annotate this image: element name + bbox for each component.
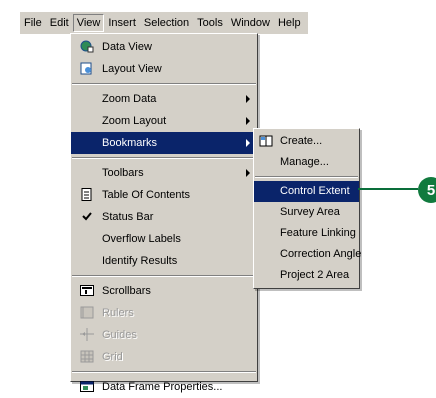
menu-bar: File Edit View Insert Selection Tools Wi… [20,12,308,34]
menu-item-guides: Guides [71,324,257,346]
page-icon [80,62,94,75]
menu-item-zoom-layout[interactable]: Zoom Layout [71,110,257,132]
table-of-contents-icon [80,188,94,201]
menu-separator [72,275,256,277]
menu-separator [255,176,358,178]
menu-item-label: Survey Area [280,206,340,218]
checkmark-icon [80,210,94,223]
callout-line [358,188,418,190]
menu-edit[interactable]: Edit [46,14,73,32]
submenu-arrow-icon [246,117,250,125]
menu-item-label: Layout View [102,63,162,75]
menu-window[interactable]: Window [227,14,274,32]
menu-item-label: Project 2 Area [280,269,350,281]
menu-item-scrollbars[interactable]: Scrollbars [71,280,257,302]
menu-item-label: Scrollbars [102,285,151,297]
menu-tools[interactable]: Tools [193,14,227,32]
menu-item-label: Rulers [102,307,134,319]
menu-item-data-view[interactable]: Data View [71,36,257,58]
view-menu: Data View Layout View Zoom Data Zoom Lay… [70,33,258,393]
menu-item-data-frame-properties[interactable]: Data Frame Properties... [71,376,257,398]
menu-file[interactable]: File [20,14,46,32]
grid-icon [80,350,94,363]
menu-item-label: Zoom Data [102,93,157,105]
submenu-arrow-icon [246,95,250,103]
menu-item-identify-results[interactable]: Identify Results [71,250,257,272]
menu-insert[interactable]: Insert [104,14,140,32]
menu-item-create-bookmark[interactable]: Create... [254,131,359,152]
menu-separator [72,371,256,373]
menu-selection[interactable]: Selection [140,14,193,32]
menu-item-label: Zoom Layout [102,115,167,127]
menu-item-bookmark-survey-area[interactable]: Survey Area [254,202,359,223]
menu-separator [72,83,256,85]
menu-item-label: Control Extent [280,185,350,197]
menu-item-grid: Grid [71,346,257,368]
step-callout-badge: 5 [418,177,436,203]
menu-item-label: Guides [102,329,137,341]
menu-item-bookmark-feature-linking[interactable]: Feature Linking [254,223,359,244]
submenu-arrow-icon [246,169,250,177]
menu-view[interactable]: View [72,14,105,32]
menu-item-label: Manage... [280,156,329,168]
menu-item-label: Overflow Labels [102,233,181,245]
guides-icon [80,328,94,341]
menu-item-bookmarks[interactable]: Bookmarks [71,132,257,154]
menu-item-label: Feature Linking [280,227,356,239]
menu-item-toolbars[interactable]: Toolbars [71,162,257,184]
menu-item-label: Bookmarks [102,137,158,149]
menu-item-manage-bookmarks[interactable]: Manage... [254,152,359,173]
menu-item-bookmark-project-2-area[interactable]: Project 2 Area [254,265,359,286]
submenu-arrow-icon [246,139,250,147]
menu-item-label: Identify Results [102,255,178,267]
menu-item-status-bar[interactable]: Status Bar [71,206,257,228]
menu-item-bookmark-control-extent[interactable]: Control Extent [254,181,359,202]
menu-item-label: Status Bar [102,211,154,223]
bookmark-icon [259,135,273,148]
menu-item-layout-view[interactable]: Layout View [71,58,257,80]
menu-item-label: Data View [102,41,152,53]
menu-item-label: Grid [102,351,123,363]
globe-icon [80,40,94,53]
rulers-icon [80,306,94,319]
menu-item-bookmark-correction-angle[interactable]: Correction Angle [254,244,362,265]
menu-item-table-of-contents[interactable]: Table Of Contents [71,184,257,206]
menu-item-overflow-labels[interactable]: Overflow Labels [71,228,257,250]
menu-item-label: Toolbars [102,167,144,179]
menu-item-label: Correction Angle [280,248,362,260]
bookmarks-submenu: Create... Manage... Control Extent Surve… [253,128,362,289]
menu-item-label: Create... [280,135,323,147]
menu-separator [72,157,256,159]
menu-item-label: Table Of Contents [102,189,191,201]
menu-item-zoom-data[interactable]: Zoom Data [71,88,257,110]
menu-help[interactable]: Help [274,14,305,32]
scrollbars-icon [80,284,94,297]
menu-item-label: Data Frame Properties... [102,381,223,393]
menu-item-rulers: Rulers [71,302,257,324]
